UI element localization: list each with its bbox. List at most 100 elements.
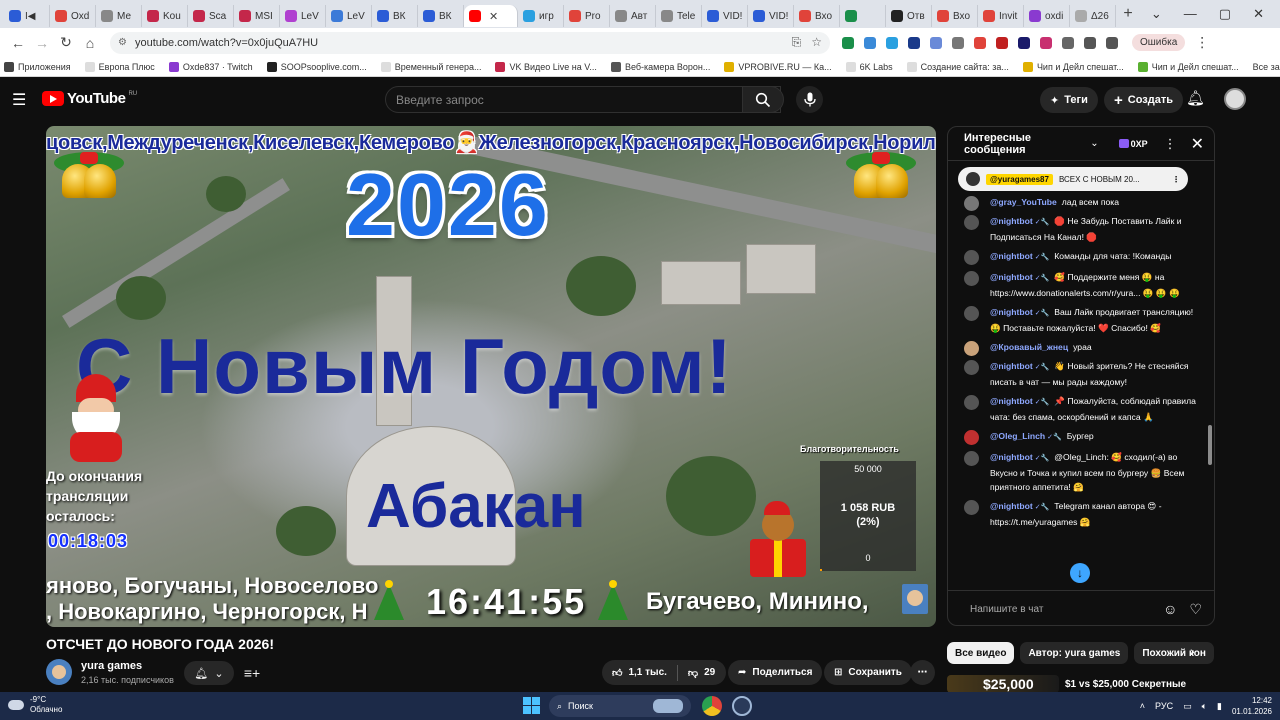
extension-icon[interactable] bbox=[864, 36, 876, 49]
related-video-thumbnail[interactable]: $25,000 bbox=[947, 675, 1059, 693]
install-icon[interactable]: ⎘ bbox=[792, 35, 802, 50]
menu-icon[interactable]: ☰ bbox=[12, 90, 28, 110]
chat-avatar[interactable] bbox=[964, 451, 979, 466]
heart-icon[interactable]: ♡ bbox=[1189, 601, 1202, 618]
browser-tab[interactable]: ВК bbox=[372, 5, 418, 27]
chat-author[interactable]: @gray_YouTube bbox=[990, 197, 1057, 207]
bookmark-item[interactable]: Приложения bbox=[4, 61, 71, 72]
subscription-bell-button[interactable]: 🔔︎ ⌄ bbox=[184, 661, 234, 685]
chat-message[interactable]: @nightbot🛑 Не Забудь Поставить Лайк и По… bbox=[948, 212, 1206, 247]
bookmark-item[interactable]: 6K Labs bbox=[845, 61, 893, 72]
chat-message[interactable]: @nightbot👋 Новый зритель? Не стесняйся п… bbox=[948, 357, 1206, 392]
chat-input[interactable] bbox=[970, 603, 1152, 615]
chevron-right-icon[interactable]: › bbox=[1190, 643, 1195, 659]
browser-tab[interactable]: oxdi bbox=[1024, 5, 1070, 27]
chevron-up-icon[interactable]: ˄ bbox=[1140, 701, 1145, 711]
filter-chip[interactable]: Все видео bbox=[947, 642, 1015, 664]
chat-author[interactable]: @Кровавый_жнец bbox=[990, 342, 1068, 352]
chat-author[interactable]: @nightbot bbox=[990, 216, 1049, 226]
search-button[interactable] bbox=[742, 86, 784, 113]
chat-author[interactable]: @Oleg_Linch bbox=[990, 431, 1062, 441]
chat-author[interactable]: @nightbot bbox=[990, 396, 1049, 406]
chat-message[interactable]: @nightbotВаш Лайк продвигает трансляцию!… bbox=[948, 303, 1206, 338]
chat-author[interactable]: @nightbot bbox=[990, 501, 1049, 511]
windows-start-icon[interactable] bbox=[523, 697, 540, 714]
all-bookmarks[interactable]: Все закладки bbox=[1253, 62, 1280, 72]
extension-icon[interactable] bbox=[908, 36, 920, 49]
like-count[interactable]: 1,1 тыс. bbox=[628, 667, 666, 678]
browser-tab[interactable]: Invit bbox=[978, 5, 1024, 27]
tags-button[interactable]: ✦ Теги bbox=[1040, 87, 1098, 113]
youtube-logo[interactable]: YouTube RU bbox=[42, 90, 137, 107]
close-window-button[interactable]: ✕ bbox=[1253, 6, 1264, 22]
chevron-down-icon[interactable]: ⌄ bbox=[1090, 138, 1098, 149]
bookmark-item[interactable]: Европа Плюс bbox=[84, 61, 155, 72]
browser-tab[interactable]: Kou bbox=[142, 5, 188, 27]
xp-badge[interactable]: 0XP bbox=[1118, 139, 1148, 149]
filter-chip[interactable]: Похожий кон bbox=[1134, 642, 1214, 664]
chat-avatar[interactable] bbox=[964, 196, 979, 211]
browser-tab[interactable]: Вхо bbox=[794, 5, 840, 27]
chat-author[interactable]: @nightbot bbox=[990, 361, 1049, 371]
bookmark-item[interactable]: Веб-камера Ворон... bbox=[610, 61, 710, 72]
chat-menu-icon[interactable]: ⋮ bbox=[1164, 136, 1177, 152]
tab-active[interactable]: ✕ bbox=[464, 5, 518, 27]
emoji-icon[interactable]: ☺ bbox=[1163, 601, 1177, 617]
extension-icon[interactable] bbox=[1040, 36, 1052, 49]
chat-message[interactable]: @nightbotTelegram канал автора 😍 - https… bbox=[948, 497, 1206, 532]
create-button[interactable]: + Создать bbox=[1104, 87, 1184, 113]
bookmark-item[interactable]: Чип и Дейл спешат... bbox=[1137, 61, 1239, 72]
extension-icon[interactable] bbox=[974, 36, 986, 49]
user-avatar[interactable] bbox=[1224, 88, 1246, 110]
dislike-icon[interactable]: 👎︎ bbox=[688, 667, 698, 679]
site-info-icon[interactable]: ⚙ bbox=[118, 37, 127, 48]
channel-avatar[interactable] bbox=[46, 659, 72, 685]
voice-search-button[interactable] bbox=[796, 86, 823, 113]
browser-tab[interactable]: Вхо bbox=[932, 5, 978, 27]
chat-avatar[interactable] bbox=[964, 271, 979, 286]
chat-message[interactable]: @Кровавый_жнец ураа bbox=[948, 338, 1206, 357]
chat-message[interactable]: @nightbot📌 Пожалуйста, соблюдай правила … bbox=[948, 392, 1206, 427]
video-player[interactable]: цовск,Междуреченск,Киселевск,Кемерово🎅Же… bbox=[46, 126, 936, 627]
search-input[interactable]: Введите запрос bbox=[396, 93, 484, 107]
profile-error-button[interactable]: Ошибка bbox=[1132, 34, 1186, 51]
clock[interactable]: 12:42 01.01.2026 bbox=[1232, 695, 1272, 717]
chat-avatar[interactable] bbox=[964, 395, 979, 410]
chat-avatar[interactable] bbox=[964, 500, 979, 515]
chat-avatar[interactable] bbox=[964, 360, 979, 375]
volume-icon[interactable]: 🔈︎ bbox=[1202, 701, 1207, 712]
browser-tab[interactable]: ВК bbox=[418, 5, 464, 27]
reading-list-icon[interactable] bbox=[1106, 36, 1118, 49]
bookmark-item[interactable]: Создание сайта: за... bbox=[906, 61, 1009, 72]
bookmark-item[interactable]: Временный генера... bbox=[380, 61, 481, 72]
address-bar[interactable]: ⚙ youtube.com/watch?v=0x0juQuA7HU ⎘ ☆ bbox=[110, 31, 830, 54]
browser-tab[interactable]: Pro bbox=[564, 5, 610, 27]
browser-tab[interactable]: игр bbox=[518, 5, 564, 27]
bookmark-star-icon[interactable]: ☆ bbox=[811, 35, 822, 50]
browser-tab[interactable]: Oxd bbox=[50, 5, 96, 27]
back-icon[interactable]: ← bbox=[6, 35, 30, 51]
browser-tab[interactable]: Ме bbox=[96, 5, 142, 27]
chat-avatar[interactable] bbox=[964, 430, 979, 445]
minimize-button[interactable]: — bbox=[1184, 6, 1197, 22]
channel-name[interactable]: yura games bbox=[81, 660, 142, 672]
home-icon[interactable]: ⌂ bbox=[78, 35, 102, 51]
tab-search-icon[interactable]: ⌄ bbox=[1151, 6, 1162, 22]
chat-scrollbar[interactable] bbox=[1208, 165, 1212, 585]
search-box[interactable]: Введите запрос ⌨ bbox=[385, 86, 781, 113]
maximize-button[interactable]: ▢ bbox=[1219, 6, 1231, 22]
weather-widget[interactable]: -9°C Облачно bbox=[8, 695, 62, 715]
browser-tab[interactable]: LeV bbox=[326, 5, 372, 27]
browser-tab[interactable]: I◀ bbox=[4, 5, 50, 27]
related-video[interactable]: $25,000 $1 vs $25,000 Секретные bbox=[947, 675, 1215, 693]
browser-tab[interactable]: Tele bbox=[656, 5, 702, 27]
share-button[interactable]: ➦ Поделиться bbox=[728, 660, 823, 685]
chrome-icon[interactable] bbox=[702, 696, 722, 716]
pinned-message[interactable]: @yuragames87 ВСЕХ С НОВЫМ 20... ⋮ bbox=[958, 167, 1188, 191]
browser-tab[interactable]: Δ26 bbox=[1070, 5, 1116, 27]
chat-message[interactable]: @Oleg_Linch Бургер bbox=[948, 427, 1206, 448]
browser-tab[interactable]: VID! bbox=[748, 5, 794, 27]
browser-tab[interactable]: LeV bbox=[280, 5, 326, 27]
extension-icon[interactable] bbox=[952, 36, 964, 49]
pinned-menu-icon[interactable]: ⋮ bbox=[1172, 175, 1180, 184]
